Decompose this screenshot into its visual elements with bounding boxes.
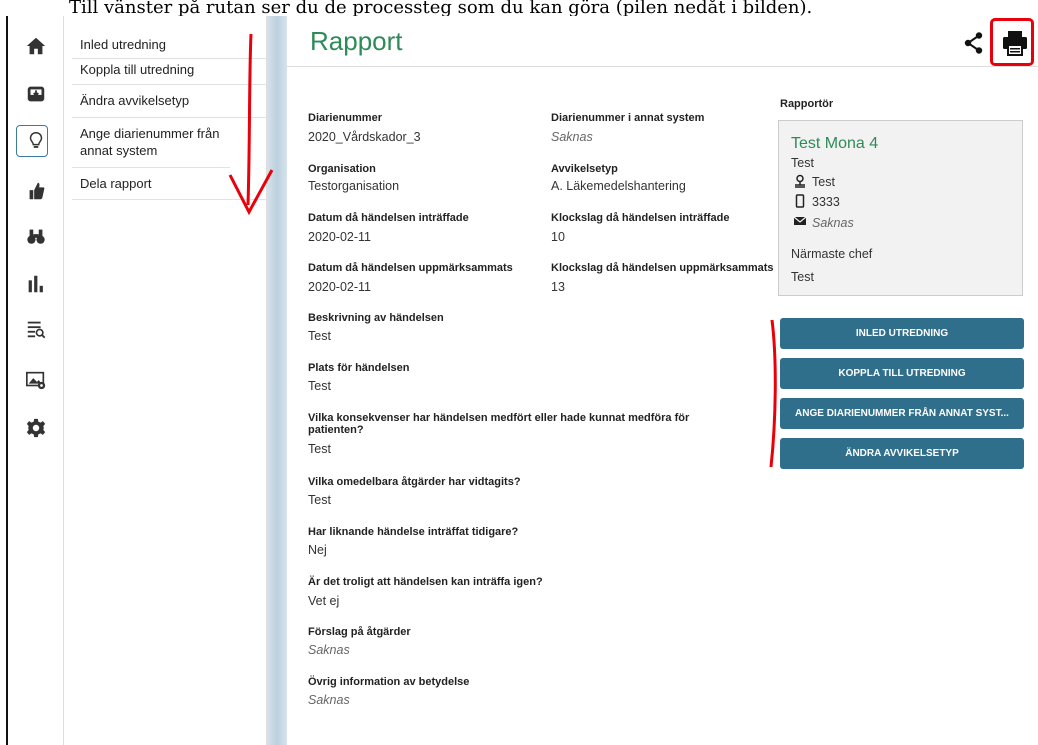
andra-avvikelsetyp-button[interactable]: ÄNDRA AVVIKELSETYP bbox=[780, 438, 1024, 469]
home-icon[interactable] bbox=[8, 26, 64, 66]
location-icon bbox=[795, 174, 805, 188]
reporter-location: Test bbox=[812, 175, 835, 189]
gear-icon[interactable] bbox=[8, 408, 64, 448]
annat-system-value: Saknas bbox=[551, 130, 593, 144]
reporter-label: Rapportör bbox=[780, 98, 834, 110]
plats-value: Test bbox=[308, 379, 331, 393]
datum-uppmarksammats-value: 2020-02-11 bbox=[308, 280, 372, 294]
organisation-value: Testorganisation bbox=[308, 179, 400, 193]
annat-system-label: Diarienummer i annat system bbox=[551, 112, 705, 124]
beskrivning-value: Test bbox=[308, 329, 331, 343]
forslag-label: Förslag på åtgärder bbox=[308, 626, 411, 638]
image-settings-icon[interactable] bbox=[8, 360, 64, 400]
lightbulb-icon[interactable] bbox=[8, 121, 64, 161]
manager-value: Test bbox=[791, 270, 814, 284]
klockslag-uppmarksammats-label: Klockslag då händelsen uppmärksammats bbox=[551, 262, 774, 274]
menu-item-inled-utredning[interactable]: Inled utredning bbox=[72, 30, 266, 59]
reporter-card: Test Mona 4 Test Test 3333 Saknas Närmas… bbox=[778, 120, 1023, 296]
igen-label: Är det troligt att händelsen kan inträff… bbox=[308, 576, 543, 588]
avvikelsetyp-label: Avvikelsetyp bbox=[551, 163, 618, 175]
atgarder-value: Test bbox=[308, 493, 331, 507]
binoculars-icon[interactable] bbox=[8, 216, 64, 256]
search-list-icon[interactable] bbox=[8, 309, 64, 349]
title-divider bbox=[287, 66, 1038, 67]
atgarder-label: Vilka omedelbara åtgärder har vidtagits? bbox=[308, 476, 521, 488]
datum-value: 2020-02-11 bbox=[308, 230, 372, 244]
page-title: Rapport bbox=[310, 26, 403, 56]
bar-chart-icon[interactable] bbox=[8, 264, 64, 304]
action-menu: Inled utredning Koppla till utredning Än… bbox=[64, 16, 267, 745]
organisation-label: Organisation bbox=[308, 163, 376, 175]
plats-label: Plats för händelsen bbox=[308, 362, 410, 374]
email-icon bbox=[793, 216, 807, 225]
datum-uppmarksammats-label: Datum då händelsen uppmärksammats bbox=[308, 262, 513, 274]
klockslag-label: Klockslag då händelsen inträffade bbox=[551, 212, 730, 224]
liknande-label: Har liknande händelse inträffat tidigare… bbox=[308, 526, 519, 538]
phone-icon bbox=[795, 194, 805, 208]
reporter-email: Saknas bbox=[812, 216, 854, 230]
print-annotation-box bbox=[990, 18, 1034, 66]
share-icon[interactable] bbox=[964, 31, 984, 55]
reporter-title: Test bbox=[791, 156, 814, 170]
ovrig-label: Övrig information av betydelse bbox=[308, 676, 470, 688]
konsekvenser-label: Vilka konsekvenser har händelsen medfört… bbox=[308, 412, 690, 436]
avvikelsetyp-value: A. Läkemedelshantering bbox=[551, 179, 686, 193]
icon-rail bbox=[8, 16, 64, 745]
reporter-phone: 3333 bbox=[812, 195, 840, 209]
liknande-value: Nej bbox=[308, 543, 327, 557]
diarienummer-label: Diarienummer bbox=[308, 112, 382, 124]
inled-utredning-button[interactable]: INLED UTREDNING bbox=[780, 318, 1024, 349]
menu-item-dela-rapport[interactable]: Dela rapport bbox=[72, 168, 266, 200]
koppla-till-utredning-button[interactable]: KOPPLA TILL UTREDNING bbox=[780, 358, 1024, 389]
ange-diarienummer-button[interactable]: ANGE DIARIENUMMER FRÅN ANNAT SYST... bbox=[780, 398, 1024, 429]
klockslag-uppmarksammats-value: 13 bbox=[551, 280, 565, 294]
igen-value: Vet ej bbox=[308, 594, 340, 608]
menu-item-koppla-till-utredning[interactable]: Koppla till utredning bbox=[72, 59, 266, 85]
beskrivning-label: Beskrivning av händelsen bbox=[308, 312, 444, 324]
splitter[interactable] bbox=[267, 16, 287, 745]
inbox-icon[interactable] bbox=[8, 74, 64, 114]
ovrig-value: Saknas bbox=[308, 693, 350, 707]
report-panel: Rapport Diarienummer 2020_Vårdskador_3 D… bbox=[287, 16, 1038, 745]
klockslag-value: 10 bbox=[551, 230, 565, 244]
datum-label: Datum då händelsen inträffade bbox=[308, 212, 469, 224]
konsekvenser-value: Test bbox=[308, 442, 331, 456]
menu-item-ange-diarienummer[interactable]: Ange diarienummer från annat system bbox=[72, 118, 230, 168]
manager-label: Närmaste chef bbox=[791, 247, 873, 261]
reporter-name[interactable]: Test Mona 4 bbox=[791, 135, 878, 153]
menu-item-andra-avvikelsetyp[interactable]: Ändra avvikelsetyp bbox=[72, 85, 266, 118]
diarienummer-value: 2020_Vårdskador_3 bbox=[308, 130, 421, 144]
thumbs-up-icon[interactable] bbox=[8, 171, 64, 211]
forslag-value: Saknas bbox=[308, 643, 350, 657]
